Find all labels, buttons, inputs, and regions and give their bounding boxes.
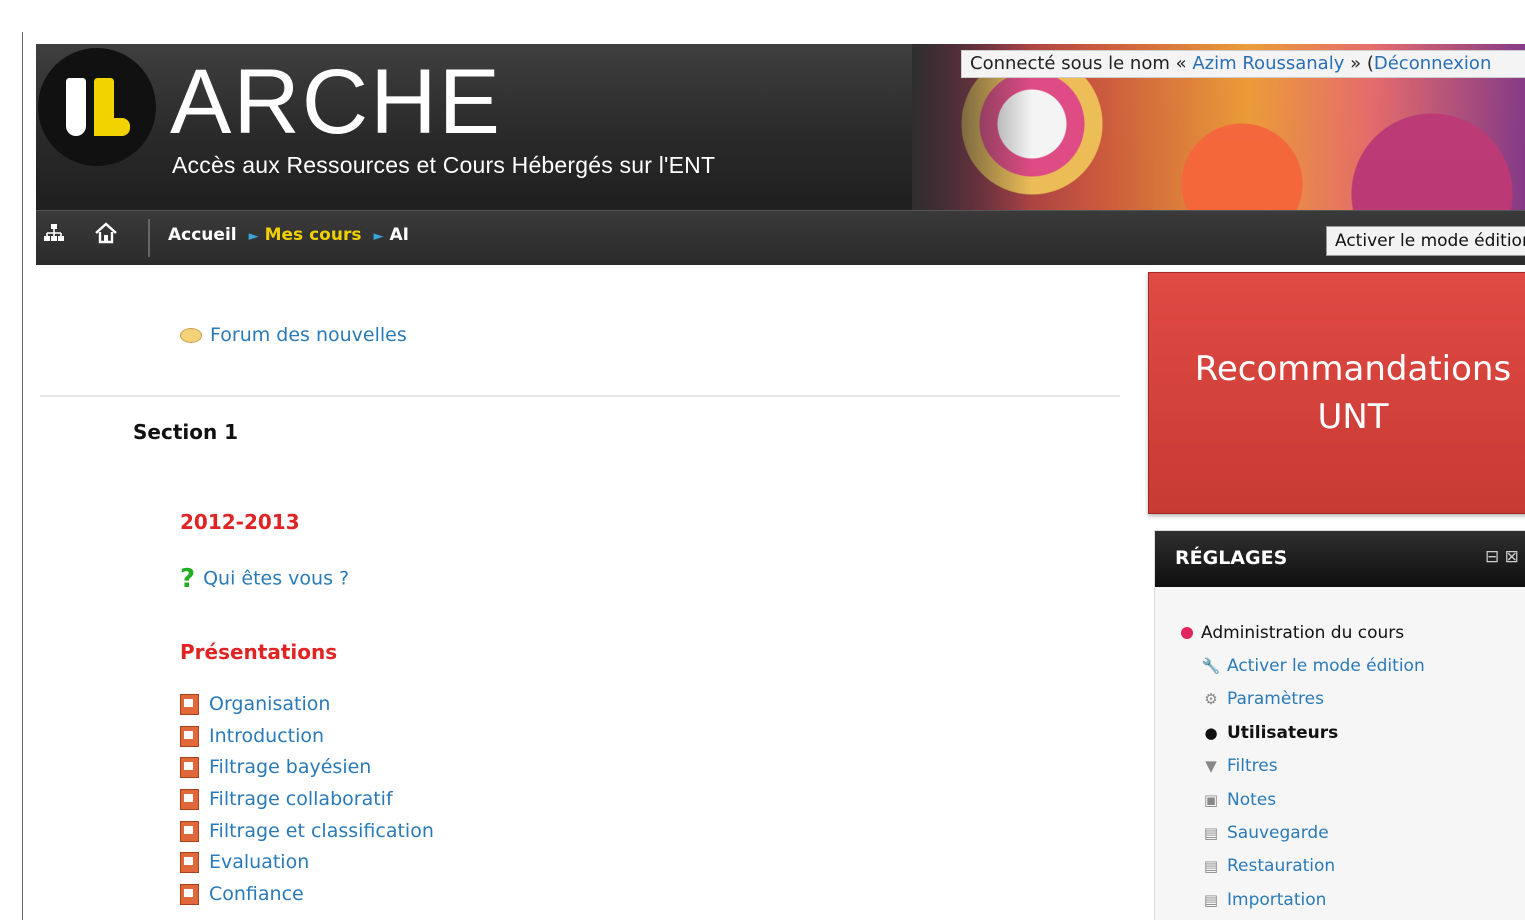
login-info: Connecté sous le nom « Azim Roussanaly »…	[961, 50, 1525, 78]
admin-item-backup[interactable]: ▤ Sauvegarde	[1201, 818, 1425, 851]
navigation-bar: Accueil ► Mes cours ► AI Activer le mode édi…	[36, 210, 1525, 265]
nav-separator	[148, 219, 150, 257]
admin-item-parameters[interactable]: ⚙ Paramètres	[1201, 684, 1425, 717]
resource-item[interactable]: Evaluation	[180, 848, 434, 880]
course-content: Forum des nouvelles Section 1 2012-2013 …	[36, 264, 1126, 920]
admin-item-filters[interactable]: ▼ Filtres	[1201, 751, 1425, 784]
recommendations-banner[interactable]: Recommandations UNT	[1148, 272, 1525, 514]
edit-mode-button[interactable]: Activer le mode édition	[1326, 226, 1525, 256]
resource-item[interactable]: Filtrage et classification	[180, 817, 434, 849]
grades-icon: ▣	[1203, 790, 1219, 809]
question-mark-icon: ?	[180, 564, 196, 594]
university-logo	[38, 48, 156, 166]
admin-item-restore[interactable]: ▤ Restauration	[1201, 851, 1425, 884]
powerpoint-icon	[180, 820, 199, 842]
breadcrumb-my-courses[interactable]: Mes cours	[265, 225, 362, 245]
admin-item-edit-mode[interactable]: 🔧 Activer le mode édition	[1201, 651, 1425, 684]
dock-icon[interactable]: ⊠	[1505, 547, 1519, 567]
collapse-icon[interactable]: ⊟	[1485, 547, 1499, 567]
restore-icon: ▤	[1203, 857, 1219, 876]
resource-item[interactable]: Filtrage bayésien	[180, 753, 434, 785]
resource-item[interactable]: Filtrage collaboratif	[180, 785, 434, 817]
powerpoint-icon	[180, 694, 199, 715]
breadcrumb-course[interactable]: AI	[389, 225, 408, 245]
powerpoint-icon	[180, 725, 199, 747]
settings-block: RÉGLAGES ⊟ ⊠ Administration du cours 🔧 Ac…	[1154, 530, 1525, 920]
resource-item[interactable]: Confiance	[180, 880, 434, 912]
home-icon[interactable]	[92, 221, 120, 249]
section-divider	[40, 395, 1120, 397]
breadcrumb: Accueil ► Mes cours ► AI	[168, 225, 409, 245]
quiz-link[interactable]: ? Qui êtes vous ?	[180, 564, 349, 594]
presentations-heading: Présentations	[180, 640, 338, 664]
year-label: 2012-2013	[180, 510, 300, 534]
reco-line-1: Recommandations	[1194, 349, 1512, 389]
wrench-icon: 🔧	[1201, 657, 1221, 675]
resource-list: Organisation Introduction Filtrage bayés…	[180, 690, 434, 912]
logout-link[interactable]: Déconnexion	[1374, 53, 1492, 74]
app-subtitle: Accès aux Ressources et Cours Hébergés s…	[172, 152, 716, 178]
resource-item[interactable]: Introduction	[180, 722, 434, 754]
admin-menu: 🔧 Activer le mode édition ⚙ Paramètres ● Ut…	[1201, 651, 1425, 918]
expand-icon	[1181, 627, 1193, 639]
breadcrumb-home[interactable]: Accueil	[168, 225, 237, 245]
user-circle-icon: ●	[1204, 723, 1218, 742]
user-profile-link[interactable]: Azim Roussanaly	[1192, 53, 1344, 74]
import-icon: ▤	[1203, 890, 1219, 909]
section-title: Section 1	[133, 420, 239, 444]
admin-item-import[interactable]: ▤ Importation	[1201, 885, 1425, 918]
speech-bubble-icon	[180, 328, 202, 343]
backup-icon: ▤	[1203, 823, 1219, 842]
block-controls[interactable]: ⊟ ⊠	[1485, 547, 1519, 567]
gear-icon: ⚙	[1204, 690, 1218, 709]
settings-title: RÉGLAGES	[1175, 547, 1288, 569]
app-title: ARCHE	[170, 51, 503, 153]
powerpoint-icon	[180, 789, 199, 811]
forum-link[interactable]: Forum des nouvelles	[180, 324, 407, 346]
powerpoint-icon	[180, 852, 199, 874]
admin-item-grades[interactable]: ▣ Notes	[1201, 785, 1425, 818]
course-admin-node[interactable]: Administration du cours	[1181, 623, 1404, 643]
settings-header: RÉGLAGES ⊟ ⊠	[1155, 531, 1525, 587]
powerpoint-icon	[180, 757, 199, 779]
header-banner: ARCHE Accès aux Ressources et Cours Hébe…	[36, 44, 1525, 210]
sitemap-icon[interactable]	[40, 221, 68, 249]
resource-item[interactable]: Organisation	[180, 690, 434, 722]
filter-icon: ▼	[1205, 757, 1217, 776]
page: ARCHE Accès aux Ressources et Cours Hébe…	[36, 44, 1525, 920]
admin-item-users[interactable]: ● Utilisateurs	[1201, 718, 1425, 751]
powerpoint-icon	[180, 884, 199, 906]
frame-border	[22, 32, 23, 920]
reco-line-2: UNT	[1317, 397, 1389, 437]
